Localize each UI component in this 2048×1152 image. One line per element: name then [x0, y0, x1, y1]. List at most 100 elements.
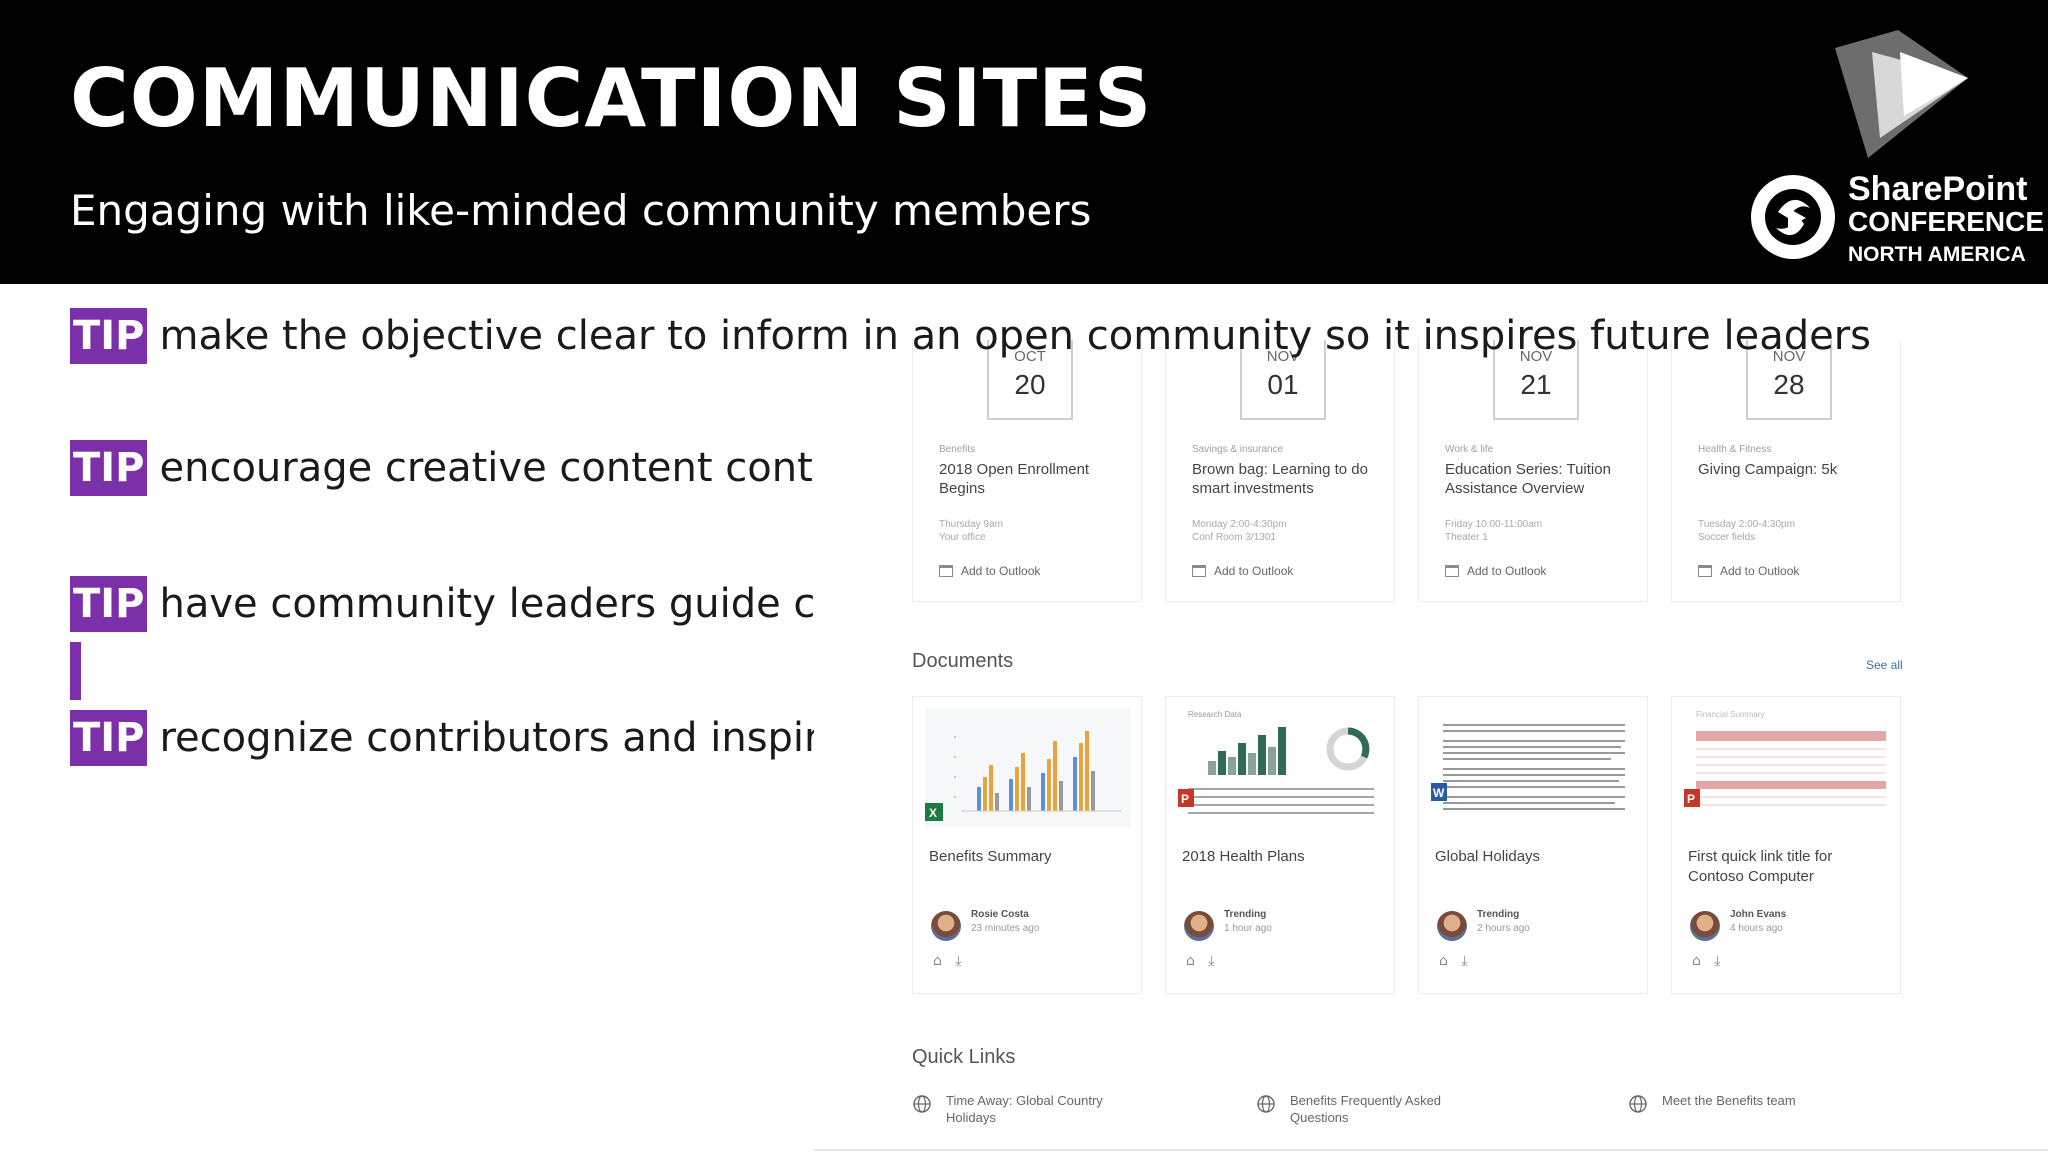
event-time-text: Thursday 9am	[939, 519, 1003, 530]
event-time: Friday 10:00-11:00am Theater 1	[1445, 518, 1635, 544]
event-time: Monday 2:00-4:30pm Conf Room 3/1301	[1192, 518, 1382, 544]
quick-link-item[interactable]: Meet the Benefits team	[1628, 1092, 1832, 1114]
event-card[interactable]: NOV 01 Savings & insurance Brown bag: Le…	[1165, 340, 1395, 602]
tip-badge: TIP	[70, 308, 148, 364]
share-icon[interactable]: ⌂	[1439, 953, 1448, 969]
event-title[interactable]: Giving Campaign: 5k	[1698, 460, 1888, 479]
thumb-label: Research Data	[1188, 710, 1242, 719]
quick-link-item[interactable]: Time Away: Global Country Holidays	[912, 1092, 1116, 1126]
download-icon[interactable]: ⤓	[1714, 953, 1720, 969]
tip-row-clip: TIP encourage creative content contribu	[70, 440, 814, 496]
globe-icon	[1257, 1095, 1275, 1113]
event-title[interactable]: Brown bag: Learning to do smart investme…	[1192, 460, 1382, 498]
document-author: Trending	[1224, 909, 1267, 920]
accent-bar	[70, 642, 81, 700]
share-icon[interactable]: ⌂	[1692, 953, 1701, 969]
document-title: 2018 Health Plans	[1182, 848, 1305, 865]
event-category: Work & life	[1445, 444, 1494, 455]
word-document-thumbnail: W	[1431, 707, 1637, 827]
quick-link-label: Benefits Frequently Asked Questions	[1290, 1093, 1442, 1125]
globe-icon	[1629, 1095, 1647, 1113]
svg-text:W: W	[1433, 786, 1445, 800]
document-time: 4 hours ago	[1730, 923, 1783, 934]
add-to-outlook-button[interactable]: Add to Outlook	[1445, 564, 1546, 578]
document-author: John Evans	[1730, 909, 1787, 920]
avatar	[1437, 911, 1467, 941]
tip-row: TIP recognize contributors and inspire r	[70, 710, 814, 766]
tip-text: recognize contributors and inspire r	[159, 715, 814, 761]
event-day: 21	[1520, 369, 1552, 400]
quick-link-item[interactable]: Benefits Frequently Asked Questions	[1256, 1092, 1460, 1126]
financial-summary-thumbnail: Financial Summary P	[1684, 707, 1890, 827]
sharepoint-conference-logo-icon	[1751, 175, 1835, 259]
document-actions: ⌂ ⤓	[933, 953, 961, 969]
quick-link-label: Time Away: Global Country Holidays	[946, 1093, 1103, 1125]
event-time-text: Monday 2:00-4:30pm	[1192, 519, 1287, 530]
download-icon[interactable]: ⤓	[1461, 953, 1467, 969]
add-to-outlook-button[interactable]: Add to Outlook	[939, 564, 1040, 578]
event-day: 20	[1014, 369, 1046, 400]
share-icon[interactable]: ⌂	[1186, 953, 1195, 969]
tip-badge: TIP	[70, 710, 148, 766]
tip-badge: TIP	[70, 576, 148, 632]
document-title: First quick link title for Contoso Compu…	[1688, 848, 1833, 885]
slide-title: COMMUNICATION SITES	[70, 52, 1153, 145]
calendar-icon	[939, 565, 953, 577]
thumb-label: Financial Summary	[1696, 710, 1764, 719]
event-location: Soccer fields	[1698, 532, 1756, 543]
research-data-thumbnail: Research Data P	[1178, 707, 1384, 827]
calendar-icon	[1192, 565, 1206, 577]
event-title[interactable]: Education Series: Tuition Assistance Ove…	[1445, 460, 1635, 498]
logo-line-2: CONFERENCE	[1848, 206, 2045, 237]
event-card[interactable]: OCT 20 Benefits 2018 Open Enrollment Beg…	[912, 340, 1142, 602]
add-to-outlook-button[interactable]: Add to Outlook	[1698, 564, 1799, 578]
tip-row: TIP encourage creative content contribu	[70, 440, 814, 496]
tip-row: TIP have community leaders guide cont	[70, 576, 814, 632]
tip-text: make the objective clear to inform in an…	[159, 313, 1871, 359]
add-to-outlook-label: Add to Outlook	[1467, 564, 1547, 578]
slide-subtitle: Engaging with like-minded community memb…	[70, 186, 1092, 235]
event-category: Savings & insurance	[1192, 444, 1284, 455]
tip-row-clip: TIP recognize contributors and inspire r	[70, 710, 814, 766]
quick-link-label: Meet the Benefits team	[1662, 1093, 1796, 1108]
avatar	[1690, 911, 1720, 941]
document-card[interactable]: Research Data P 2018 Health Plans Trendi…	[1165, 696, 1395, 994]
document-actions: ⌂ ⤓	[1439, 953, 1467, 969]
play-icon	[1835, 30, 1968, 158]
document-card[interactable]: X Benefits Summary Rosie Costa 23 minute…	[912, 696, 1142, 994]
add-to-outlook-button[interactable]: Add to Outlook	[1192, 564, 1293, 578]
svg-text:X: X	[929, 806, 937, 820]
event-location: Your office	[939, 532, 986, 543]
calendar-icon	[1445, 565, 1459, 577]
see-all-link[interactable]: See all	[1866, 658, 1903, 672]
event-card[interactable]: NOV 28 Health & Fitness Giving Campaign:…	[1671, 340, 1901, 602]
document-card[interactable]: W Global Holidays Trending 2 hours ago ⌂…	[1418, 696, 1648, 994]
slide-header: COMMUNICATION SITES Engaging with like-m…	[0, 0, 2048, 284]
event-title[interactable]: 2018 Open Enrollment Begins	[939, 460, 1129, 498]
document-actions: ⌂ ⤓	[1692, 953, 1720, 969]
event-time: Thursday 9am Your office	[939, 518, 1129, 544]
download-icon[interactable]: ⤓	[1208, 953, 1214, 969]
document-actions: ⌂ ⤓	[1186, 953, 1214, 969]
document-time: 23 minutes ago	[971, 923, 1040, 934]
event-card[interactable]: NOV 21 Work & life Education Series: Tui…	[1418, 340, 1648, 602]
bar-chart-thumbnail: X	[925, 707, 1131, 827]
svg-text:P: P	[1687, 792, 1695, 806]
event-category: Health & Fitness	[1698, 444, 1772, 455]
tip-text: have community leaders guide cont	[159, 581, 814, 627]
document-author: Trending	[1477, 909, 1520, 920]
share-icon[interactable]: ⌂	[933, 953, 942, 969]
calendar-icon	[1698, 565, 1712, 577]
document-title: Global Holidays	[1435, 848, 1541, 865]
download-icon[interactable]: ⤓	[955, 953, 961, 969]
quick-links-heading: Quick Links	[912, 1046, 1016, 1068]
conference-logo-text: SharePoint CONFERENCE NORTH AMERICA	[1848, 172, 2044, 265]
document-card[interactable]: Financial Summary P First quick link tit…	[1671, 696, 1901, 994]
document-author: Rosie Costa	[971, 909, 1029, 920]
add-to-outlook-label: Add to Outlook	[1214, 564, 1294, 578]
sharepoint-site-screenshot: OCT 20 Benefits 2018 Open Enrollment Beg…	[814, 340, 2048, 1152]
avatar	[1184, 911, 1214, 941]
event-time-text: Tuesday 2:00-4:30pm	[1698, 519, 1795, 530]
tip-row: TIP make the objective clear to inform i…	[70, 308, 1871, 364]
event-location: Conf Room 3/1301	[1192, 532, 1276, 543]
